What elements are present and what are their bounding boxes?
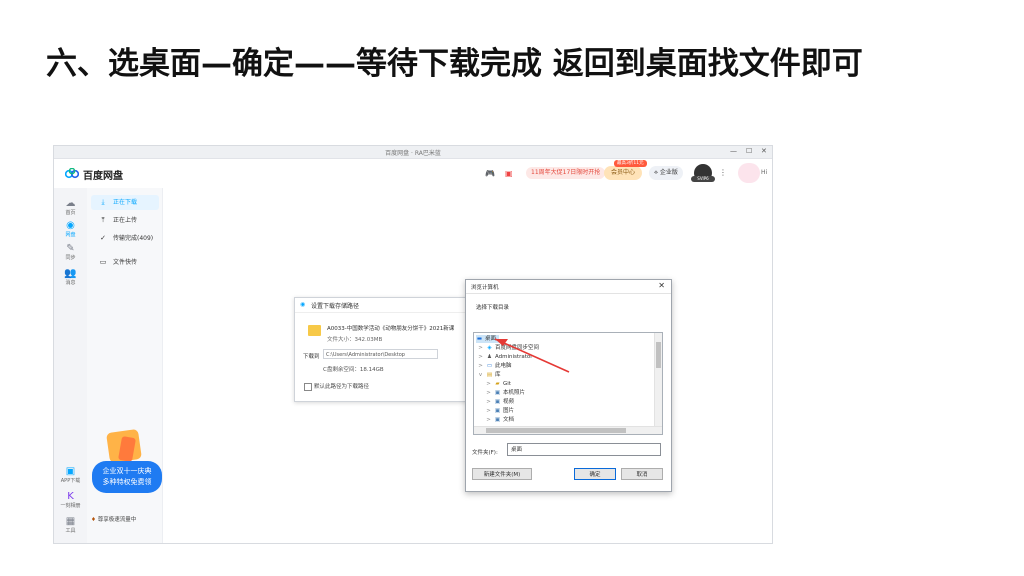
- slide-title: 六、选桌面—确定——等待下载完成 返回到桌面找文件即可: [46, 46, 863, 82]
- red-pointer-arrow: [494, 338, 570, 373]
- app-screenshot: 百度网盘 · RA巴米蓝 — ☐ ✕ 百度网盘 🎮 ▣ 11周年大促17日限时开…: [53, 145, 773, 544]
